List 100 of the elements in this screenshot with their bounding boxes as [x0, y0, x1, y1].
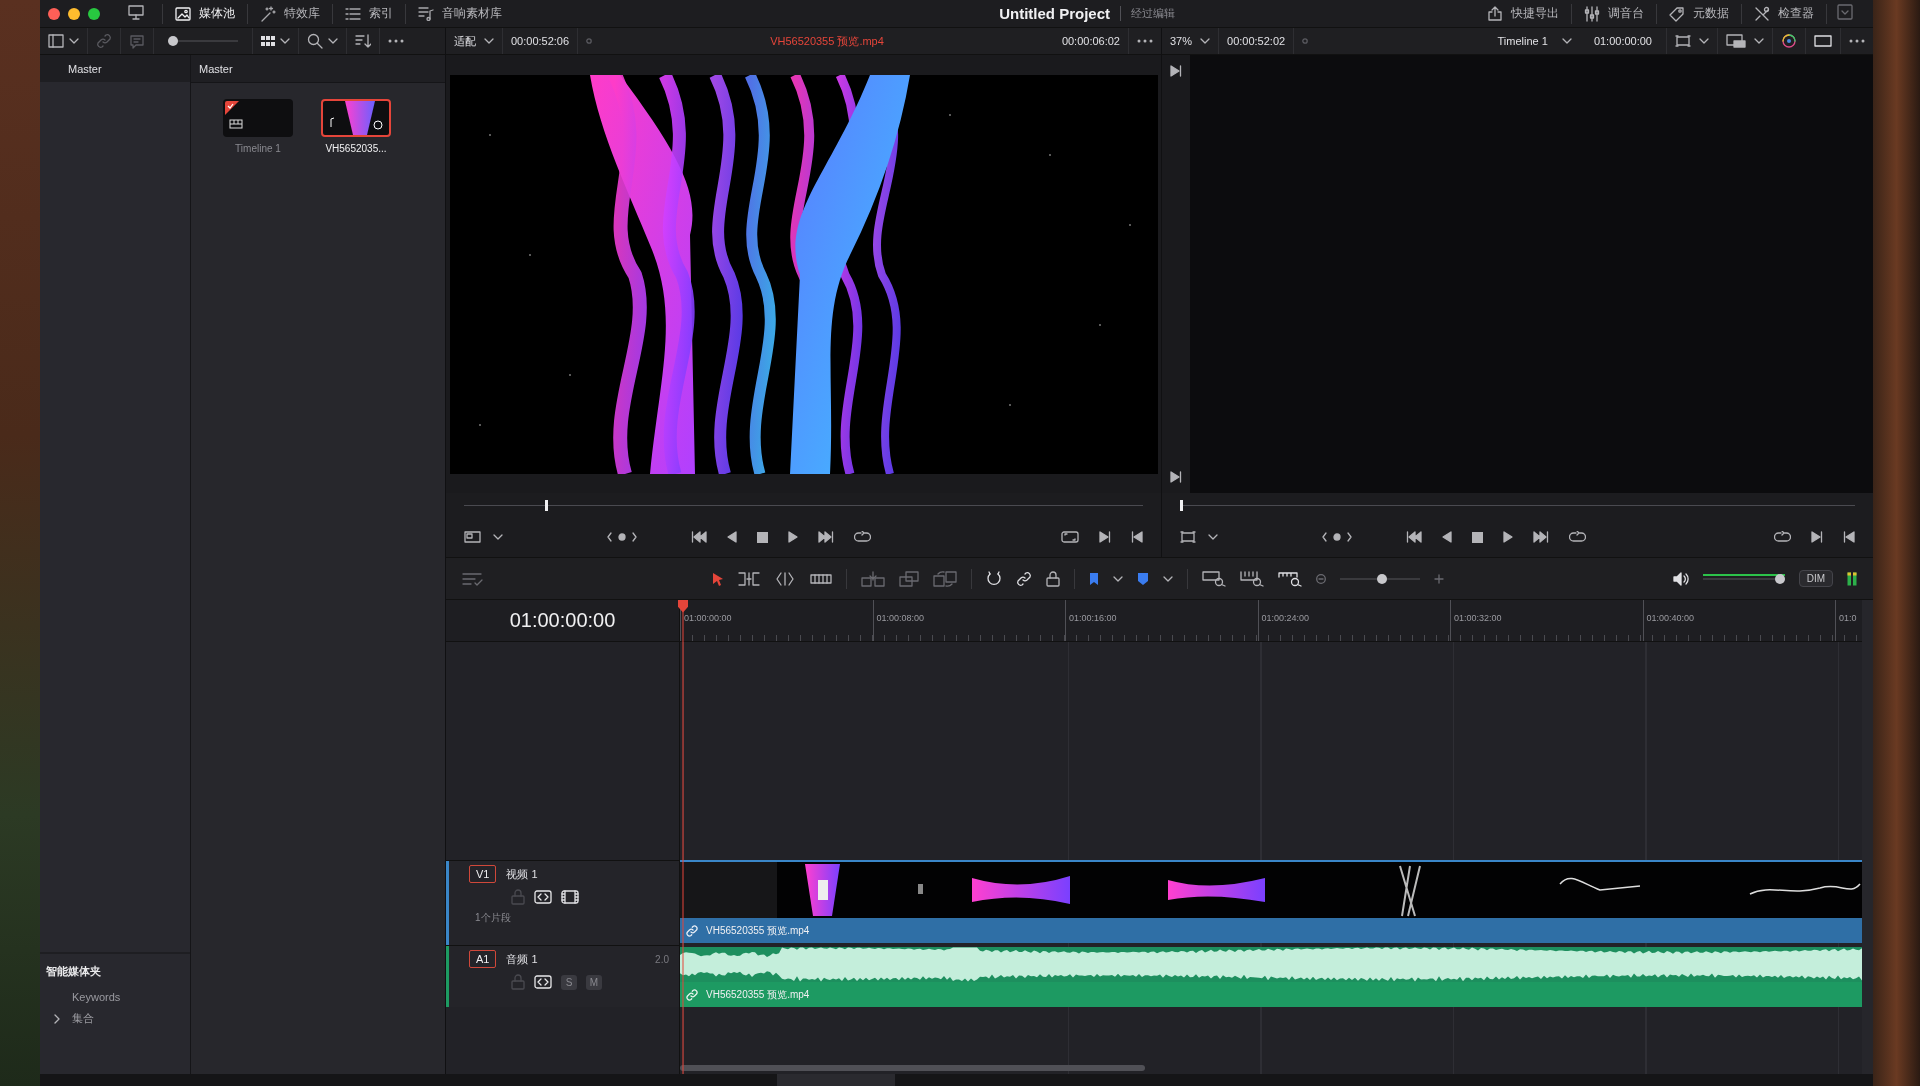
chevron-icon[interactable]	[1561, 38, 1572, 44]
chevron-icon[interactable]	[484, 38, 494, 44]
panel-tab[interactable]: 调音台	[1572, 1, 1656, 26]
speaker-icon[interactable]	[1672, 571, 1689, 586]
clip-thumbnail[interactable]	[321, 99, 391, 137]
grid-view-icon[interactable]	[261, 36, 275, 46]
last-frame-icon[interactable]	[1533, 531, 1549, 543]
play-icon[interactable]	[1503, 531, 1513, 543]
ruler-label: 01:00:32:00	[1454, 613, 1502, 623]
workspace-tab[interactable]: 媒体池	[163, 1, 247, 26]
zoom-dropdown[interactable]: 适配	[454, 33, 476, 49]
zoom-in-icon[interactable]	[1434, 573, 1445, 584]
previous-clip-icon[interactable]	[1843, 531, 1855, 543]
previous-clip-icon[interactable]	[1131, 531, 1143, 543]
more-icon[interactable]	[1849, 39, 1865, 43]
search-icon[interactable]	[307, 33, 323, 49]
first-frame-icon[interactable]	[691, 531, 707, 543]
jog-control-icon[interactable]	[1322, 532, 1352, 542]
loop-icon[interactable]	[854, 531, 871, 543]
snapping-icon[interactable]	[986, 570, 1003, 587]
zoom-slider[interactable]	[1340, 573, 1421, 584]
workspace-tab[interactable]: 特效库	[248, 1, 332, 26]
chevron-icon[interactable]	[69, 38, 79, 44]
frame-icon[interactable]	[1180, 531, 1196, 543]
timeline-ruler[interactable]: 01:00:00:00 01:00:08:00 01:00:16:00 01:00:24:00 01:00:32:00 01:00:40:00 01:0	[680, 600, 1862, 642]
horizontal-scrollbar[interactable]	[680, 1065, 1145, 1071]
panel-tab[interactable]: 检查器	[1742, 1, 1826, 26]
chevron-icon[interactable]	[1699, 38, 1709, 44]
loop-icon[interactable]	[1774, 531, 1791, 543]
chevron-icon[interactable]	[1754, 38, 1764, 44]
clip-name: VH5652035...	[325, 143, 387, 154]
next-clip-icon[interactable]	[1811, 531, 1823, 543]
trim-icon[interactable]	[738, 571, 761, 586]
flag-icon[interactable]	[1089, 571, 1100, 586]
sort-icon[interactable]	[355, 34, 371, 48]
viewer-mode-icon[interactable]	[464, 531, 481, 543]
dropdown-icon[interactable]	[1837, 4, 1853, 20]
first-frame-icon[interactable]	[1406, 531, 1422, 543]
chevron-icon[interactable]	[1200, 38, 1211, 44]
play-icon[interactable]	[788, 531, 798, 543]
frame-icon[interactable]	[1675, 35, 1691, 47]
last-frame-icon[interactable]	[818, 531, 834, 543]
workspace-tab[interactable]: 索引	[333, 1, 405, 26]
play-reverse-icon[interactable]	[1442, 531, 1452, 543]
expand-chevron-icon[interactable]	[54, 1013, 60, 1024]
chevron-icon[interactable]	[1113, 575, 1124, 582]
smart-bin-item[interactable]: Keywords	[72, 991, 121, 1003]
timeline-thumbnail[interactable]	[223, 99, 293, 137]
workspace-tab[interactable]: 音响素材库	[406, 1, 514, 26]
thumbnail-size-slider[interactable]	[168, 36, 238, 46]
zoom-dropdown[interactable]: 37%	[1170, 35, 1193, 47]
audio-meter-icon[interactable]	[1847, 571, 1857, 586]
more-icon[interactable]	[1137, 39, 1153, 43]
chevron-icon[interactable]	[1163, 575, 1174, 582]
video-clip[interactable]: VH56520355 预览.mp4	[680, 860, 1862, 945]
volume-slider[interactable]	[1702, 573, 1785, 584]
pointer-icon[interactable]	[712, 571, 725, 586]
next-clip-icon[interactable]	[1170, 471, 1182, 483]
next-clip-icon[interactable]	[1170, 65, 1182, 77]
marker-icon[interactable]	[1137, 571, 1150, 586]
chevron-icon[interactable]	[280, 38, 290, 44]
film-icon[interactable]	[561, 890, 579, 904]
chevron-icon[interactable]	[493, 534, 503, 540]
loop-icon[interactable]	[1569, 531, 1586, 543]
stop-icon[interactable]	[1472, 531, 1483, 543]
vertical-scrollbar[interactable]	[1862, 600, 1873, 1074]
display-icon[interactable]	[1726, 34, 1746, 48]
zoom-full-icon[interactable]	[1202, 570, 1227, 587]
timeline-dropdown[interactable]: Timeline 1	[1497, 35, 1548, 47]
track-id-button[interactable]: V1	[469, 865, 497, 883]
replace-icon[interactable]	[933, 570, 958, 587]
auto-select-icon[interactable]	[534, 975, 552, 989]
insert-icon[interactable]	[861, 570, 886, 587]
play-reverse-icon[interactable]	[727, 531, 737, 543]
chevron-icon[interactable]	[328, 38, 338, 44]
zoom-detail-icon[interactable]	[1240, 570, 1265, 587]
zoom-custom-icon[interactable]	[1278, 570, 1303, 587]
lock-icon[interactable]	[1046, 570, 1061, 587]
bin-item[interactable]: Master	[40, 55, 190, 82]
zoom-button[interactable]	[88, 7, 100, 20]
more-icon[interactable]	[388, 39, 404, 43]
stop-icon[interactable]	[757, 531, 768, 543]
monitor-icon[interactable]	[128, 4, 144, 20]
close-button[interactable]	[48, 7, 60, 20]
chevron-icon[interactable]	[1208, 534, 1218, 540]
smart-bin-item[interactable]: 集合	[72, 1011, 94, 1026]
timeline-timecode: 01:00:00:00	[1593, 35, 1652, 47]
next-clip-icon[interactable]	[1099, 531, 1111, 543]
overwrite-icon[interactable]	[899, 570, 920, 587]
panel-tab[interactable]: 元数据	[1657, 1, 1741, 26]
jog-control-icon[interactable]	[607, 532, 637, 542]
track-id-button[interactable]: A1	[469, 950, 497, 968]
dim-button[interactable]: DIM	[1798, 570, 1833, 587]
color-icon[interactable]	[1781, 33, 1797, 49]
zoom-out-icon[interactable]	[1316, 573, 1327, 584]
blade-icon[interactable]	[810, 572, 833, 585]
panel-tab[interactable]: 快捷导出	[1475, 1, 1571, 26]
minimize-button[interactable]	[68, 7, 80, 20]
sidebar-toggle-icon[interactable]	[48, 34, 64, 48]
auto-select-icon[interactable]	[534, 890, 552, 904]
